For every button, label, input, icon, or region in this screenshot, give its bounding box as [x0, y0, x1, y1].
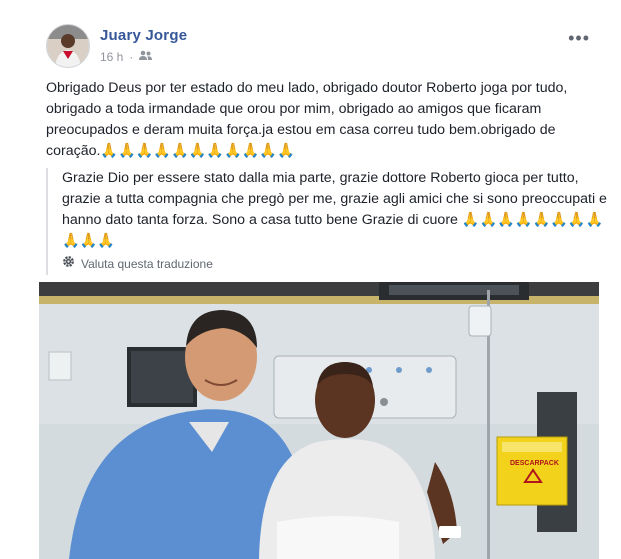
prayer-emoji-row: 🙏🙏🙏🙏🙏🙏🙏🙏🙏🙏🙏: [100, 143, 295, 159]
post-card: Juary Jorge 16 h · ••• Obrigado Deus por…: [0, 0, 621, 559]
translation-block: Grazie Dio per essere stato dalla mia pa…: [46, 168, 610, 275]
sign-label: DESCARPACK: [510, 460, 559, 467]
meta-separator: ·: [129, 50, 134, 64]
gear-icon: [62, 254, 75, 275]
post-meta: 16 h ·: [100, 50, 153, 64]
post-header: Juary Jorge 16 h · •••: [46, 22, 606, 70]
friends-icon[interactable]: [139, 50, 153, 64]
post-photo[interactable]: DESCARPACK: [39, 282, 599, 559]
rate-translation-label: Valuta questa traduzione: [81, 257, 213, 271]
rate-translation-link[interactable]: Valuta questa traduzione: [62, 254, 610, 275]
author-avatar[interactable]: [46, 24, 90, 68]
post-time[interactable]: 16 h: [100, 50, 123, 64]
post-text: Obrigado Deus por ter estado do meu lado…: [46, 78, 601, 162]
author-name[interactable]: Juary Jorge: [100, 27, 187, 44]
more-dots-icon[interactable]: •••: [568, 28, 590, 49]
